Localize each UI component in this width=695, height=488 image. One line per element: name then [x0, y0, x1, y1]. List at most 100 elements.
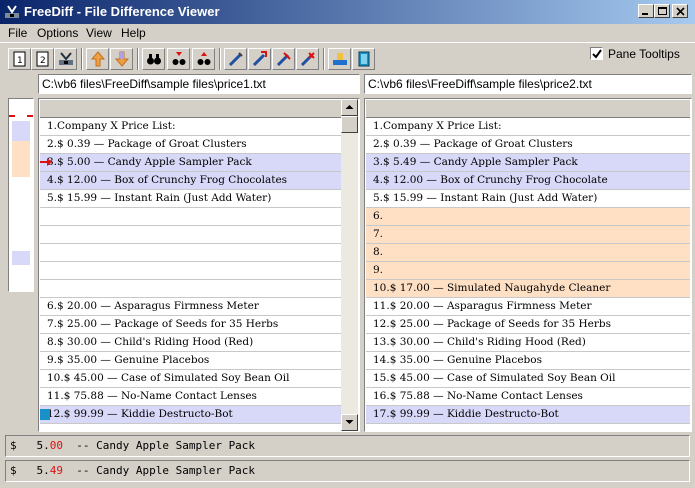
tool-d-icon: [300, 52, 315, 67]
close-icon: [676, 7, 685, 16]
compare-button[interactable]: [54, 48, 77, 70]
diff-line[interactable]: 7.: [366, 226, 690, 244]
diff-line[interactable]: 8.: [366, 244, 690, 262]
tool-d-button[interactable]: [296, 48, 319, 70]
menu-options[interactable]: Options: [37, 26, 78, 40]
diff-line[interactable]: 5.$ 15.99 — Instant Rain (Just Add Water…: [40, 190, 342, 208]
menu-view[interactable]: View: [86, 26, 112, 40]
svg-text:1: 1: [17, 56, 23, 66]
diff-line[interactable]: 12.$ 99.99 — Kiddie Destructo-Bot: [40, 406, 342, 424]
right-file-path[interactable]: C:\vb6 files\FreeDiff\sample files\price…: [364, 74, 692, 94]
detail-2-prefix: $ 5.: [10, 464, 50, 477]
tool-a-button[interactable]: [224, 48, 247, 70]
left-line-detail: $ 5.00 -- Candy Apple Sampler Pack: [5, 435, 690, 457]
right-pane[interactable]: 1.Company X Price List: 2.$ 0.39 — Packag…: [364, 98, 692, 432]
detail-2-diff: 49: [49, 464, 63, 477]
left-file-path[interactable]: C:\vb6 files\FreeDiff\sample files\price…: [38, 74, 360, 94]
diff-line[interactable]: 13.$ 30.00 — Child's Riding Hood (Red): [366, 334, 690, 352]
find-button[interactable]: [142, 48, 165, 70]
title-bar: FreeDiff - File Difference Viewer: [0, 0, 695, 24]
diff-line[interactable]: [40, 280, 342, 298]
diff-line[interactable]: 16.$ 75.88 — No-Name Contact Lenses: [366, 388, 690, 406]
right-pane-rows: 1.Company X Price List: 2.$ 0.39 — Packag…: [366, 118, 690, 424]
open-file-1-icon: 1: [13, 51, 26, 67]
window-title: FreeDiff - File Difference Viewer: [24, 4, 220, 19]
diff-line[interactable]: 3.$ 5.00 — Candy Apple Sampler Pack: [40, 154, 342, 172]
app-icon: [5, 5, 19, 18]
find-prev-icon: [172, 52, 186, 65]
diff-line[interactable]: 12.$ 25.00 — Package of Seeds for 35 Her…: [366, 316, 690, 334]
find-icon: [147, 54, 161, 65]
diff-line[interactable]: 10.$ 17.00 — Simulated Naugahyde Cleaner: [366, 280, 690, 298]
diff-line[interactable]: 4.$ 12.00 — Box of Crunchy Frog Chocolat…: [366, 172, 690, 190]
find-prev-button[interactable]: [167, 48, 190, 70]
exit-icon: [358, 51, 370, 67]
tool-b-button[interactable]: [248, 48, 271, 70]
scroll-thumb[interactable]: [341, 116, 358, 133]
diff-overview-map[interactable]: [8, 98, 34, 292]
minimize-button[interactable]: [638, 4, 654, 18]
diff-line[interactable]: 11.$ 75.88 — No-Name Contact Lenses: [40, 388, 342, 406]
prev-diff-icon: [90, 51, 106, 67]
diff-line[interactable]: 3.$ 5.49 — Candy Apple Sampler Pack: [366, 154, 690, 172]
clear-button[interactable]: [328, 48, 351, 70]
checkmark-icon: [592, 49, 602, 59]
menu-bar: File Options View Help: [0, 24, 695, 42]
left-pane-header: [40, 100, 358, 118]
menu-help[interactable]: Help: [121, 26, 146, 40]
clear-icon: [333, 53, 347, 65]
diff-line[interactable]: 5.$ 15.99 — Instant Rain (Just Add Water…: [366, 190, 690, 208]
diff-line[interactable]: [40, 226, 342, 244]
diff-line[interactable]: 1.Company X Price List:: [40, 118, 342, 136]
left-pane[interactable]: 1.Company X Price List: 2.$ 0.39 — Packag…: [38, 98, 360, 432]
detail-1-prefix: $ 5.: [10, 439, 50, 452]
left-pane-scrollbar[interactable]: [341, 99, 358, 431]
diff-line[interactable]: 9.: [366, 262, 690, 280]
diff-line[interactable]: 8.$ 30.00 — Child's Riding Hood (Red): [40, 334, 342, 352]
diff-line[interactable]: 11.$ 20.00 — Asparagus Firmness Meter: [366, 298, 690, 316]
diff-line[interactable]: 15.$ 45.00 — Case of Simulated Soy Bean …: [366, 370, 690, 388]
diff-line[interactable]: 9.$ 35.00 — Genuine Placebos: [40, 352, 342, 370]
diff-line[interactable]: 17.$ 99.99 — Kiddie Destructo-Bot: [366, 406, 690, 424]
prev-diff-button[interactable]: [86, 48, 109, 70]
compare-icon: [59, 52, 73, 65]
diff-line[interactable]: 14.$ 35.00 — Genuine Placebos: [366, 352, 690, 370]
find-next-icon: [197, 52, 211, 65]
find-next-button[interactable]: [192, 48, 215, 70]
diff-line[interactable]: [40, 244, 342, 262]
open-file-2-icon: 2: [36, 51, 49, 67]
close-button[interactable]: [672, 4, 688, 18]
detail-1-suffix: -- Candy Apple Sampler Pack: [63, 439, 256, 452]
scroll-up-button[interactable]: [341, 99, 358, 116]
diff-line[interactable]: 7.$ 25.00 — Package of Seeds for 35 Herb…: [40, 316, 342, 334]
menu-file[interactable]: File: [8, 26, 27, 40]
arrow-up-icon: [345, 105, 354, 109]
diff-line[interactable]: 10.$ 45.00 — Case of Simulated Soy Bean …: [40, 370, 342, 388]
detail-1-diff: 00: [49, 439, 63, 452]
diff-line[interactable]: 2.$ 0.39 — Package of Groat Clusters: [366, 136, 690, 154]
maximize-icon: [658, 7, 667, 15]
maximize-button[interactable]: [654, 4, 670, 18]
open-file-1-button[interactable]: 1: [8, 48, 31, 70]
tool-a-icon: [228, 52, 243, 67]
right-line-detail: $ 5.49 -- Candy Apple Sampler Pack: [5, 460, 690, 482]
open-file-2-button[interactable]: 2: [31, 48, 54, 70]
diff-line[interactable]: 6.$ 20.00 — Asparagus Firmness Meter: [40, 298, 342, 316]
diff-line[interactable]: [40, 262, 342, 280]
diff-line[interactable]: 1.Company X Price List:: [366, 118, 690, 136]
next-diff-button[interactable]: [110, 48, 133, 70]
pane-tooltips-checkbox[interactable]: [590, 47, 603, 60]
minimize-icon: [642, 13, 648, 15]
scroll-down-button[interactable]: [341, 414, 358, 431]
overview-position-marker: [9, 115, 33, 117]
next-diff-icon: [114, 51, 130, 67]
tool-c-button[interactable]: [272, 48, 295, 70]
right-pane-header: [366, 100, 690, 118]
diff-line[interactable]: 4.$ 12.00 — Box of Crunchy Frog Chocolat…: [40, 172, 342, 190]
svg-text:2: 2: [40, 56, 46, 66]
diff-line[interactable]: [40, 208, 342, 226]
exit-button[interactable]: [352, 48, 375, 70]
tool-c-icon: [276, 52, 291, 67]
diff-line[interactable]: 6.: [366, 208, 690, 226]
diff-line[interactable]: 2.$ 0.39 — Package of Groat Clusters: [40, 136, 342, 154]
